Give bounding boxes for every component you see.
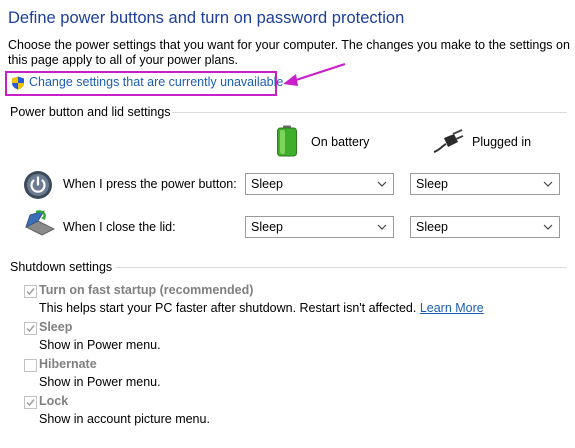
fast-startup-description: This helps start your PC faster after sh… bbox=[39, 301, 484, 315]
power-button-label: When I press the power button: bbox=[63, 177, 237, 191]
shutdown-section-title: Shutdown settings bbox=[10, 260, 113, 274]
check-icon bbox=[26, 288, 35, 296]
power-lid-section-title: Power button and lid settings bbox=[10, 105, 171, 119]
hibernate-checkbox[interactable] bbox=[24, 359, 37, 372]
check-icon bbox=[26, 325, 35, 333]
annotation-arrow bbox=[283, 62, 346, 86]
select-value: Sleep bbox=[251, 220, 283, 234]
page-title: Define power buttons and turn on passwor… bbox=[8, 9, 405, 27]
select-value: Sleep bbox=[416, 177, 448, 191]
lock-checkbox[interactable] bbox=[24, 396, 37, 409]
section-divider bbox=[115, 267, 567, 268]
close-lid-label: When I close the lid: bbox=[63, 220, 176, 234]
sleep-checkbox[interactable] bbox=[24, 322, 37, 335]
close-lid-plugged-in-select[interactable]: Sleep bbox=[410, 216, 560, 238]
sleep-option-title: Sleep bbox=[39, 320, 73, 334]
lock-option-title: Lock bbox=[39, 394, 69, 408]
laptop-lid-icon bbox=[25, 210, 55, 236]
section-divider bbox=[172, 112, 567, 113]
select-value: Sleep bbox=[416, 220, 448, 234]
power-button-on-battery-select[interactable]: Sleep bbox=[245, 173, 394, 195]
chevron-down-icon bbox=[543, 181, 553, 187]
sleep-option-description: Show in Power menu. bbox=[39, 338, 161, 352]
fast-startup-title: Turn on fast startup (recommended) bbox=[39, 283, 254, 297]
check-icon bbox=[26, 399, 35, 407]
fast-startup-checkbox[interactable] bbox=[24, 285, 37, 298]
close-lid-on-battery-select[interactable]: Sleep bbox=[245, 216, 394, 238]
power-plug-icon bbox=[433, 129, 464, 153]
column-header-plugged-in: Plugged in bbox=[472, 135, 532, 149]
select-value: Sleep bbox=[251, 177, 283, 191]
change-settings-link[interactable]: Change settings that are currently unava… bbox=[29, 75, 283, 89]
battery-icon bbox=[277, 125, 297, 157]
power-button-icon bbox=[24, 171, 52, 199]
hibernate-option-description: Show in Power menu. bbox=[39, 375, 161, 389]
chevron-down-icon bbox=[543, 224, 553, 230]
lock-option-description: Show in account picture menu. bbox=[39, 412, 210, 426]
uac-shield-icon bbox=[12, 76, 24, 90]
column-header-on-battery: On battery bbox=[311, 135, 370, 149]
learn-more-link[interactable]: Learn More bbox=[420, 301, 484, 315]
power-button-plugged-in-select[interactable]: Sleep bbox=[410, 173, 560, 195]
chevron-down-icon bbox=[377, 181, 387, 187]
fast-startup-description-text: This helps start your PC faster after sh… bbox=[39, 301, 417, 315]
hibernate-option-title: Hibernate bbox=[39, 357, 97, 371]
chevron-down-icon bbox=[377, 224, 387, 230]
